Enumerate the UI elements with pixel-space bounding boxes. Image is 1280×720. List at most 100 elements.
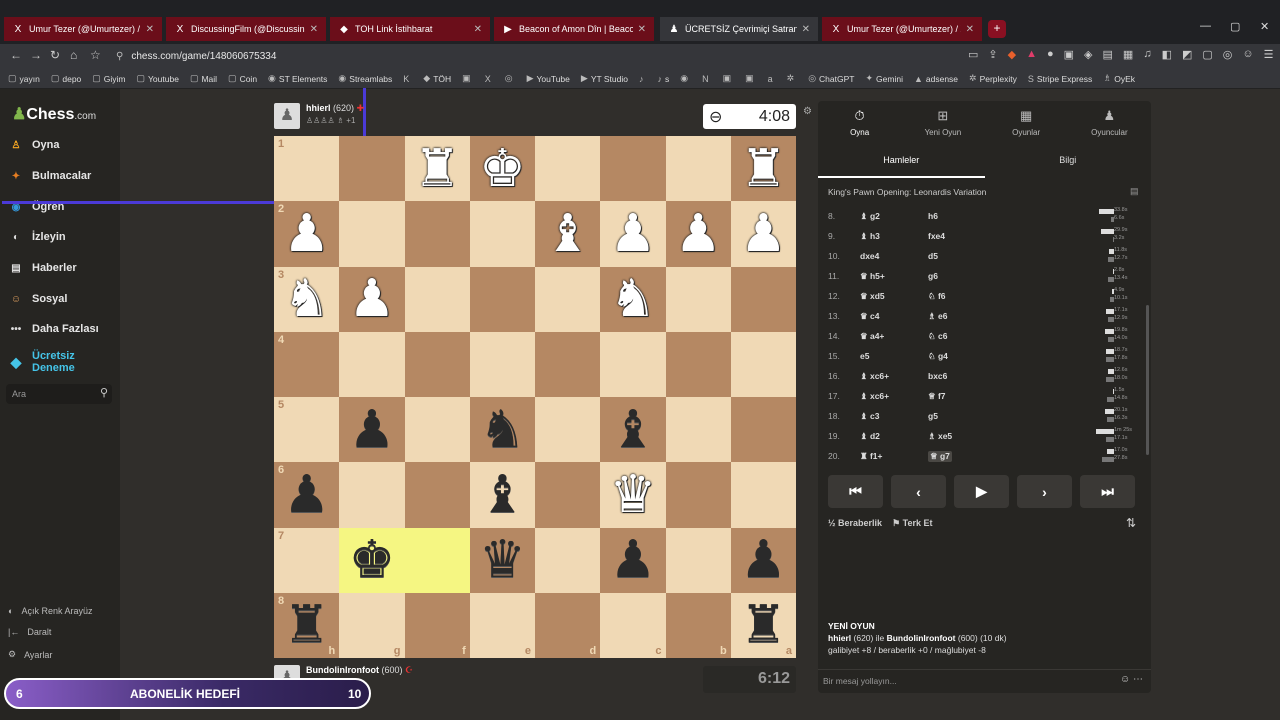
extension-icon[interactable]: ● [1047, 48, 1054, 61]
white-move[interactable]: dxe4 [860, 251, 879, 261]
bookmark-item[interactable]: K [403, 74, 412, 84]
chess-piece[interactable]: ♝ [544, 208, 591, 260]
chess-piece[interactable]: ♝ [479, 469, 526, 521]
panel-tab[interactable]: ⏱ Oyna [818, 104, 901, 146]
board-square[interactable] [404, 201, 470, 267]
browser-tab[interactable]: ◆ TOH Link İstihbarat ✕ [330, 17, 490, 41]
opening-name[interactable]: King's Pawn Opening: Leonardis Variation [828, 187, 986, 197]
black-move[interactable]: bxc6 [928, 371, 947, 381]
flip-board-icon[interactable]: ⇅ [1126, 516, 1136, 530]
board-square[interactable]: ♟ [339, 397, 405, 463]
bookmark-item[interactable]: ▢ depo [51, 73, 81, 84]
board-square[interactable]: ♟ [600, 201, 666, 267]
board-square[interactable]: ♜ [730, 136, 796, 202]
panel-tab[interactable]: ⊞ Yeni Oyun [901, 104, 984, 146]
board-square[interactable]: ♜ [404, 136, 470, 202]
board-square[interactable]: ♞ [600, 266, 666, 332]
browser-tab[interactable]: X DiscussingFilm (@DiscussingFilm) / X ✕ [166, 17, 326, 41]
sidebar-item-3[interactable]: ◐ İzleyin [8, 229, 66, 245]
white-move[interactable]: e5 [860, 351, 869, 361]
bookmark-item[interactable]: ◆ TÖH [423, 73, 451, 84]
board-square[interactable]: ♟ [665, 201, 731, 267]
bookmark-item[interactable]: ✦ Gemini [865, 73, 902, 84]
black-move[interactable]: g5 [928, 411, 938, 421]
white-move[interactable]: ♝ xc6+ [860, 391, 889, 402]
bookmark-item[interactable]: ▣ [723, 73, 735, 84]
bookmark-item[interactable]: ▣ [745, 73, 757, 84]
board-square[interactable]: ♟ [339, 266, 405, 332]
bookmark-item[interactable]: ◎ [505, 73, 516, 84]
resign-button[interactable]: ⚑ Terk Et [892, 518, 932, 529]
brave-rewards-icon[interactable]: ▲ [1026, 48, 1037, 61]
black-move[interactable]: h6 [928, 211, 938, 221]
board-square[interactable] [730, 266, 796, 332]
board-square[interactable]: 2 ♟ [274, 201, 340, 267]
bookmark-item[interactable]: ▢ Coin [228, 73, 257, 84]
board-square[interactable] [339, 462, 405, 528]
board-square[interactable]: 6 ♟ [274, 462, 340, 528]
bookmark-item[interactable]: N [702, 74, 712, 84]
board-square[interactable] [535, 136, 601, 202]
bookmark-item[interactable]: ◉ Streamlabs [338, 73, 392, 84]
close-tab-icon[interactable]: ✕ [638, 24, 646, 35]
black-move[interactable]: ♘ f6 [928, 291, 946, 302]
black-move[interactable]: ♕ g7 [928, 451, 952, 462]
white-move[interactable]: ♜ f1+ [860, 451, 883, 462]
top-player-name[interactable]: hhierl [306, 103, 331, 113]
black-move[interactable]: ♘ g4 [928, 351, 948, 362]
maximize-icon[interactable]: ▢ [1230, 20, 1240, 33]
bookmark-star-icon[interactable]: ☆ [90, 48, 101, 62]
first-move-button[interactable]: ⏮ [828, 475, 883, 508]
extension-icon[interactable]: ◩ [1182, 48, 1192, 61]
next-move-button[interactable]: › [1017, 475, 1072, 508]
board-square[interactable] [535, 462, 601, 528]
board-square[interactable] [535, 331, 601, 397]
board-square[interactable]: 1 [274, 136, 340, 202]
board-square[interactable]: 8 h ♜ [274, 592, 340, 658]
close-tab-icon[interactable]: ✕ [802, 24, 810, 35]
bookmark-item[interactable]: ♪ [639, 74, 647, 84]
panel-tab[interactable]: ♟ Oyuncular [1068, 104, 1151, 146]
board-square[interactable]: d [535, 592, 601, 658]
board-square[interactable]: a ♜ [730, 592, 796, 658]
board-square[interactable] [665, 462, 731, 528]
board-square[interactable] [469, 201, 535, 267]
bookmark-item[interactable]: ▲ adsense [914, 74, 958, 84]
extension-icon[interactable]: ◈ [1084, 48, 1092, 61]
chess-piece[interactable]: ♜ [740, 143, 787, 195]
sidebar-bottom-item[interactable]: |← Daralt [8, 627, 51, 637]
site-info-icon[interactable]: ⚲ [116, 51, 123, 62]
chess-piece[interactable]: ♟ [675, 208, 722, 260]
board-square[interactable] [339, 201, 405, 267]
close-tab-icon[interactable]: ✕ [310, 24, 318, 35]
browser-tab[interactable]: X Umur Tezer (@Umurtezer) / X ✕ [4, 17, 162, 41]
close-tab-icon[interactable]: ✕ [966, 24, 974, 35]
black-move[interactable]: ♘ c6 [928, 331, 947, 342]
sidebar-item-4[interactable]: ▤ Haberler [8, 260, 76, 276]
board-settings-icon[interactable]: ⚙ [803, 106, 812, 117]
board-square[interactable] [404, 527, 470, 593]
sidebar-bottom-item[interactable]: ⚙ Ayarlar [8, 649, 52, 660]
reload-icon[interactable]: ↻ [50, 48, 60, 62]
chess-piece[interactable]: ♚ [479, 143, 526, 195]
chat-input[interactable]: Bir mesaj yollayın... ☺ ⋯ [818, 669, 1151, 691]
sidebar-icon[interactable]: ◧ [1162, 48, 1172, 61]
close-tab-icon[interactable]: ✕ [146, 24, 154, 35]
bookmark-item[interactable]: ✲ Perplexity [969, 73, 1017, 84]
chess-piece[interactable]: ♛ [610, 469, 657, 521]
bookmark-item[interactable]: X [485, 74, 494, 84]
board-square[interactable]: ♛ [469, 527, 535, 593]
subtab[interactable]: Bilgi [985, 150, 1152, 178]
sidebar-bottom-item[interactable]: ◐ Açık Renk Arayüz [8, 606, 92, 616]
board-square[interactable] [535, 266, 601, 332]
white-move[interactable]: ♛ a4+ [860, 331, 884, 342]
sidebar-item-6[interactable]: ••• Daha Fazlası [8, 321, 99, 337]
black-move[interactable]: ♗ xe5 [928, 431, 952, 442]
extension-icon[interactable]: ▦ [1123, 48, 1133, 61]
bookmark-item[interactable]: ▢ Giyim [92, 73, 125, 84]
panel-tab[interactable]: ▦ Oyunlar [985, 104, 1068, 146]
new-tab-button[interactable]: + [988, 20, 1006, 38]
browser-tab[interactable]: X Umur Tezer (@Umurtezer) / X ✕ [822, 17, 982, 41]
forward-icon[interactable]: → [30, 48, 42, 62]
chess-piece[interactable]: ♟ [349, 404, 396, 456]
